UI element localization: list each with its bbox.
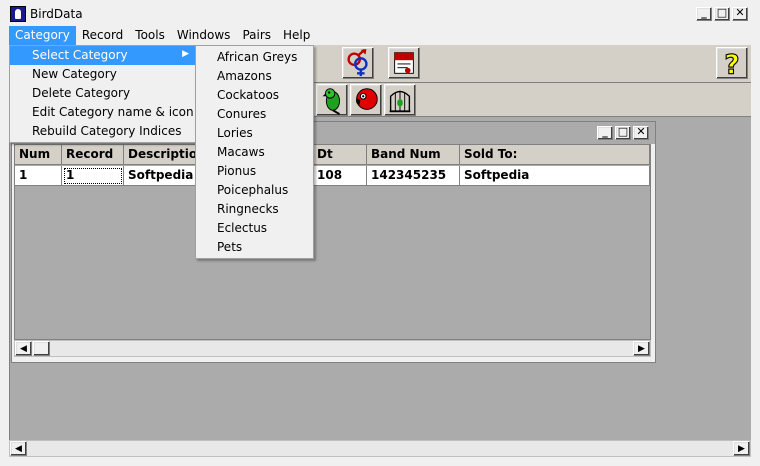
bird-cage-icon (389, 90, 411, 113)
table-row[interactable]: 1 1 Softpedia 108 142345235 Softpedia (15, 166, 650, 186)
cell-sold-to[interactable]: Softpedia (460, 166, 650, 186)
submenu-item-amazons[interactable]: Amazons (196, 67, 313, 86)
col-dt[interactable]: Dt (313, 145, 367, 165)
child-maximize-button[interactable]: □ (615, 126, 631, 140)
category-cage-button[interactable] (384, 84, 416, 116)
window-title: BirdData (30, 7, 83, 21)
cell-num[interactable]: 1 (15, 166, 62, 186)
select-category-submenu: African Greys Amazons Cockatoos Conures … (195, 45, 314, 259)
col-num[interactable]: Num (15, 145, 62, 165)
maximize-button[interactable]: □ (714, 7, 730, 21)
col-sold-to[interactable]: Sold To: (460, 145, 650, 165)
menu-record[interactable]: Record (76, 26, 129, 45)
col-band-num[interactable]: Band Num (367, 145, 460, 165)
category-red-parrot-button[interactable] (350, 84, 382, 116)
menu-item-rebuild-indices[interactable]: Rebuild Category Indices (10, 122, 195, 141)
submenu-item-pionus[interactable]: Pionus (196, 162, 313, 181)
menu-pairs[interactable]: Pairs (236, 26, 277, 45)
certificate-button[interactable] (388, 47, 420, 79)
minimize-button[interactable]: _ (696, 7, 712, 21)
menu-item-new-category[interactable]: New Category (10, 65, 195, 84)
help-button[interactable]: ? (716, 47, 748, 79)
records-child-window: _ □ ✕ Num Record Description Dt Band Num… (11, 121, 656, 363)
submenu-item-ringnecks[interactable]: Ringnecks (196, 200, 313, 219)
menu-item-edit-category[interactable]: Edit Category name & icon (10, 103, 195, 122)
records-grid: Num Record Description Dt Band Num Sold … (14, 144, 651, 340)
category-dropdown-menu: Select Category ▶ New Category Delete Ca… (9, 45, 196, 143)
main-scroll-right-icon[interactable]: ▶ (733, 441, 750, 456)
grid-horizontal-scrollbar[interactable]: ◀ ▶ (14, 340, 651, 357)
submenu-item-pets[interactable]: Pets (196, 238, 313, 257)
cell-dt[interactable]: 108 (313, 166, 367, 186)
cell-band-num[interactable]: 142345235 (367, 166, 460, 186)
red-parrot-icon (356, 88, 378, 110)
menu-item-select-category[interactable]: Select Category ▶ (10, 46, 195, 65)
close-button[interactable]: ✕ (732, 7, 748, 21)
window-controls: _ □ ✕ (696, 7, 748, 21)
submenu-item-cockatoos[interactable]: Cockatoos (196, 86, 313, 105)
submenu-item-eclectus[interactable]: Eclectus (196, 219, 313, 238)
menu-windows[interactable]: Windows (171, 26, 237, 45)
col-record[interactable]: Record (62, 145, 124, 165)
menu-help[interactable]: Help (277, 26, 316, 45)
pairs-gender-icon (347, 48, 368, 77)
certificate-icon (394, 52, 414, 74)
grid-header: Num Record Description Dt Band Num Sold … (15, 145, 650, 165)
main-horizontal-scrollbar[interactable]: ◀ ▶ (9, 440, 751, 457)
svg-text:?: ? (724, 50, 739, 78)
submenu-item-lories[interactable]: Lories (196, 124, 313, 143)
child-window-controls: _ □ ✕ (597, 126, 649, 140)
child-close-button[interactable]: ✕ (633, 126, 649, 140)
help-icon: ? (724, 50, 740, 78)
submenu-item-african-greys[interactable]: African Greys (196, 48, 313, 67)
scroll-thumb[interactable] (33, 341, 50, 356)
menu-tools[interactable]: Tools (129, 26, 171, 45)
cell-record[interactable]: 1 (62, 166, 124, 186)
green-parrot-icon (322, 88, 340, 115)
scroll-right-icon[interactable]: ▶ (633, 341, 650, 356)
child-minimize-button[interactable]: _ (597, 126, 613, 140)
menu-category[interactable]: Category (9, 26, 76, 45)
app-icon[interactable] (10, 6, 26, 22)
submenu-item-poicephalus[interactable]: Poicephalus (196, 181, 313, 200)
title-bar: BirdData _ □ ✕ (0, 0, 760, 25)
menu-bar: Category Record Tools Windows Pairs Help (9, 26, 751, 45)
main-scroll-left-icon[interactable]: ◀ (10, 441, 27, 456)
submenu-item-conures[interactable]: Conures (196, 105, 313, 124)
pairs-button[interactable] (342, 47, 374, 79)
menu-item-delete-category[interactable]: Delete Category (10, 84, 195, 103)
submenu-item-macaws[interactable]: Macaws (196, 143, 313, 162)
scroll-left-icon[interactable]: ◀ (15, 341, 32, 356)
menu-item-label: Select Category (32, 48, 128, 62)
category-green-parrot-button[interactable] (316, 84, 348, 116)
submenu-arrow-icon: ▶ (182, 49, 189, 59)
